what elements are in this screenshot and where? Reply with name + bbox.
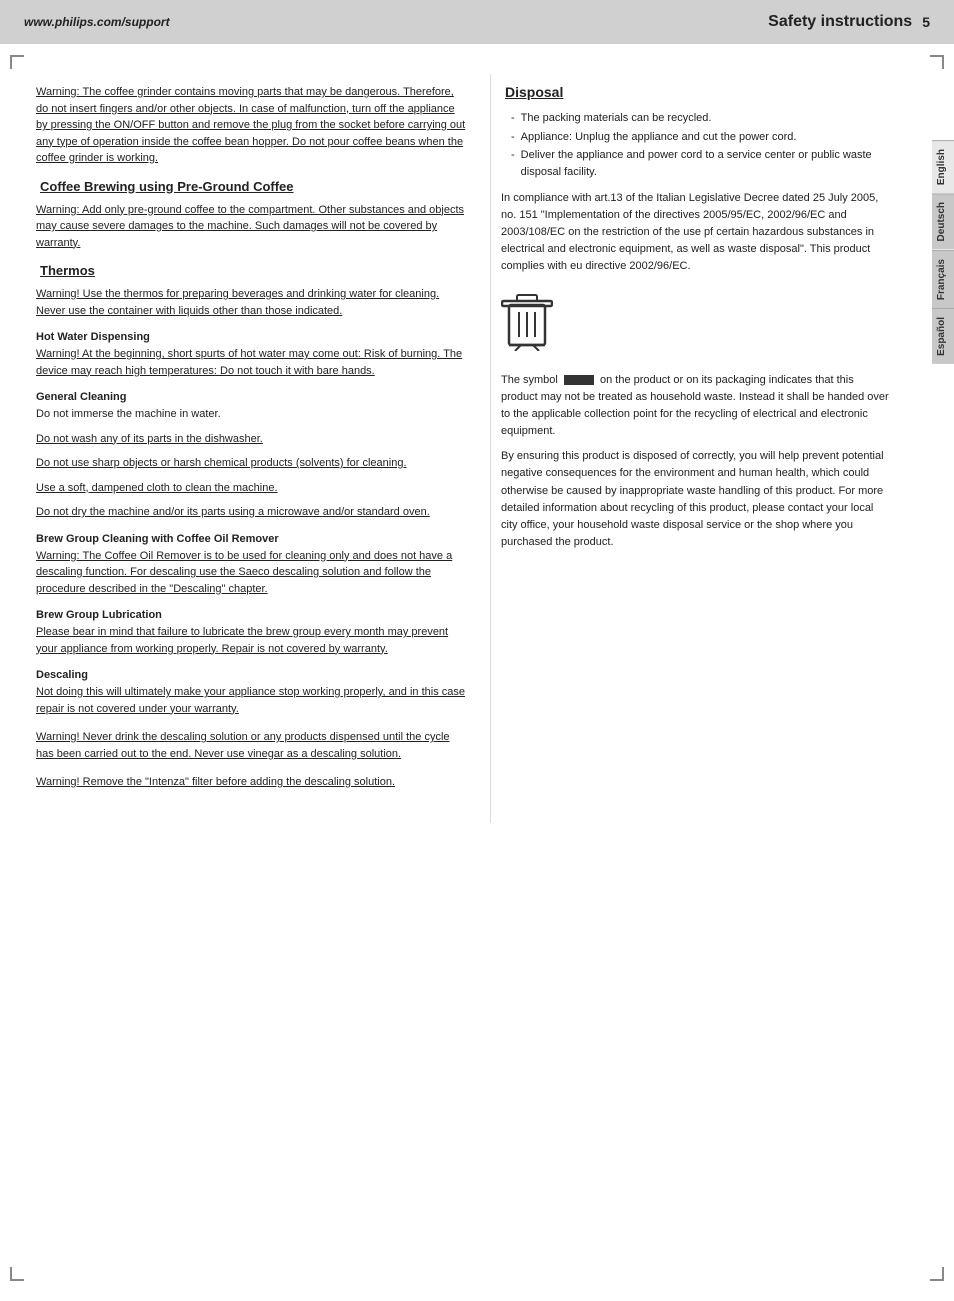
intro-warning-text: Warning: The coffee grinder contains mov… bbox=[36, 84, 466, 167]
brew-lubrication-heading: Brew Group Lubrication bbox=[36, 609, 466, 621]
corner-mark-tl bbox=[10, 55, 24, 69]
intro-warning-block: Warning: The coffee grinder contains mov… bbox=[36, 84, 466, 167]
corner-mark-br bbox=[930, 1267, 944, 1281]
header-title: Safety instructions bbox=[768, 13, 912, 31]
brew-group-cleaning-heading: Brew Group Cleaning with Coffee Oil Remo… bbox=[36, 533, 466, 545]
brew-lubrication-section: Brew Group Lubrication Please bear in mi… bbox=[36, 609, 466, 657]
coffee-brewing-section: Coffee Brewing using Pre-Ground Coffee W… bbox=[36, 179, 466, 252]
descaling-text1: Not doing this will ultimately make your… bbox=[36, 684, 466, 717]
thermos-text: Warning! Use the thermos for preparing b… bbox=[36, 286, 466, 319]
compliance-text: In compliance with art.13 of the Italian… bbox=[501, 190, 890, 275]
general-cleaning-line2: Do not wash any of its parts in the dish… bbox=[36, 431, 466, 448]
descaling-warning1-text: Warning! Never drink the descaling solut… bbox=[36, 729, 466, 762]
weee-icon bbox=[501, 293, 553, 351]
general-cleaning-heading: General Cleaning bbox=[36, 391, 466, 403]
right-column: Disposal - The packing materials can be … bbox=[490, 74, 930, 823]
hot-water-text: Warning! At the beginning, short spurts … bbox=[36, 346, 466, 379]
weee-symbol-area bbox=[501, 283, 890, 364]
coffee-brewing-heading: Coffee Brewing using Pre-Ground Coffee bbox=[36, 179, 466, 194]
lang-tab-english[interactable]: English bbox=[932, 140, 954, 193]
general-cleaning-line4: Use a soft, dampened cloth to clean the … bbox=[36, 480, 466, 497]
bullet-dash-3: - bbox=[511, 147, 515, 180]
general-cleaning-line1: Do not immerse the machine in water. bbox=[36, 406, 466, 423]
brew-lubrication-text: Please bear in mind that failure to lubr… bbox=[36, 624, 466, 657]
bullet-item-1: - The packing materials can be recycled. bbox=[511, 110, 890, 127]
disposal-bullet-list: - The packing materials can be recycled.… bbox=[511, 110, 890, 180]
header-url: www.philips.com/support bbox=[24, 15, 170, 29]
thermos-heading: Thermos bbox=[36, 263, 466, 278]
brew-group-cleaning-text: Warning: The Coffee Oil Remover is to be… bbox=[36, 548, 466, 598]
general-cleaning-line3: Do not use sharp objects or harsh chemic… bbox=[36, 455, 466, 472]
bullet-dash-2: - bbox=[511, 129, 515, 146]
descaling-section: Descaling Not doing this will ultimately… bbox=[36, 669, 466, 717]
symbol-explanation-text: The symbol on the product or on its pack… bbox=[501, 372, 890, 440]
descaling-heading: Descaling bbox=[36, 669, 466, 681]
main-content: Warning: The coffee grinder contains mov… bbox=[0, 44, 954, 823]
bullet-dash-1: - bbox=[511, 110, 515, 127]
lang-tab-francais[interactable]: Français bbox=[932, 250, 954, 308]
corner-mark-bl bbox=[10, 1267, 24, 1281]
hot-water-section: Hot Water Dispensing Warning! At the beg… bbox=[36, 331, 466, 379]
bullet-text-3: Deliver the appliance and power cord to … bbox=[521, 147, 890, 180]
bullet-item-3: - Deliver the appliance and power cord t… bbox=[511, 147, 890, 180]
header-bar: www.philips.com/support Safety instructi… bbox=[0, 0, 954, 44]
lang-tab-deutsch[interactable]: Deutsch bbox=[932, 193, 954, 249]
left-column: Warning: The coffee grinder contains mov… bbox=[0, 74, 490, 823]
disposal-heading: Disposal bbox=[501, 84, 890, 100]
header-title-area: Safety instructions 5 bbox=[768, 13, 930, 31]
thermos-section: Thermos Warning! Use the thermos for pre… bbox=[36, 263, 466, 319]
coffee-brewing-text: Warning: Add only pre-ground coffee to t… bbox=[36, 202, 466, 252]
corner-mark-tr bbox=[930, 55, 944, 69]
hot-water-heading: Hot Water Dispensing bbox=[36, 331, 466, 343]
descaling-warning1-block: Warning! Never drink the descaling solut… bbox=[36, 729, 466, 762]
lang-tab-espanol[interactable]: Español bbox=[932, 308, 954, 364]
bullet-text-1: The packing materials can be recycled. bbox=[521, 110, 712, 127]
bullet-item-2: - Appliance: Unplug the appliance and cu… bbox=[511, 129, 890, 146]
descaling-warning2-block: Warning! Remove the "Intenza" filter bef… bbox=[36, 774, 466, 791]
header-page-number: 5 bbox=[922, 14, 930, 30]
recycling-text: By ensuring this product is disposed of … bbox=[501, 448, 890, 550]
general-cleaning-section: General Cleaning Do not immerse the mach… bbox=[36, 391, 466, 521]
descaling-warning2-text: Warning! Remove the "Intenza" filter bef… bbox=[36, 774, 466, 791]
brew-group-cleaning-section: Brew Group Cleaning with Coffee Oil Remo… bbox=[36, 533, 466, 598]
general-cleaning-line5: Do not dry the machine and/or its parts … bbox=[36, 504, 466, 521]
bullet-text-2: Appliance: Unplug the appliance and cut … bbox=[521, 129, 797, 146]
language-tabs: English Deutsch Français Español bbox=[932, 140, 954, 364]
